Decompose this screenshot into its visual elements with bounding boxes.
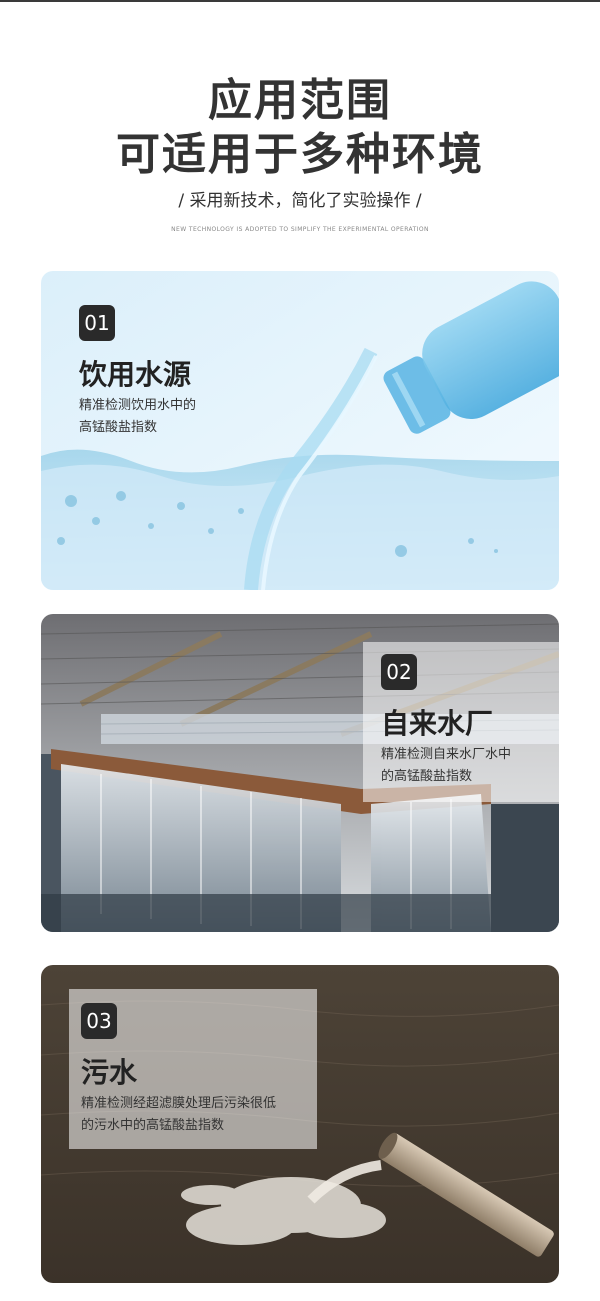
card-title: 自来水厂 (381, 707, 494, 740)
card-water-plant: 02 自来水厂 精准检测自来水厂水中 的高锰酸盐指数 (41, 614, 559, 932)
card-description: 精准检测经超滤膜处理后污染很低 的污水中的高锰酸盐指数 (81, 1096, 277, 1133)
page-subtitle-english: NEW TECHNOLOGY IS ADOPTED TO SIMPLIFY TH… (171, 226, 429, 233)
card-sewage: 03 污水 精准检测经超滤膜处理后污染很低 的污水中的高锰酸盐指数 (41, 965, 559, 1283)
card-description: 精准检测自来水厂水中 的高锰酸盐指数 (381, 747, 512, 784)
card-title: 饮用水源 (79, 358, 192, 391)
page-subtitle: / 采用新技术，简化了实验操作 / (178, 191, 422, 211)
card-number-badge: 01 (79, 305, 115, 341)
page-title-line2: 可适用于多种环境 (116, 129, 484, 180)
card-number-badge: 02 (381, 654, 417, 690)
card-drinking-water: 01 饮用水源 精准检测饮用水中的 高锰酸盐指数 (41, 271, 559, 590)
card-description: 精准检测饮用水中的 高锰酸盐指数 (79, 398, 197, 435)
top-divider (0, 0, 600, 2)
card-number-badge: 03 (81, 1003, 117, 1039)
card-title: 污水 (81, 1056, 138, 1089)
